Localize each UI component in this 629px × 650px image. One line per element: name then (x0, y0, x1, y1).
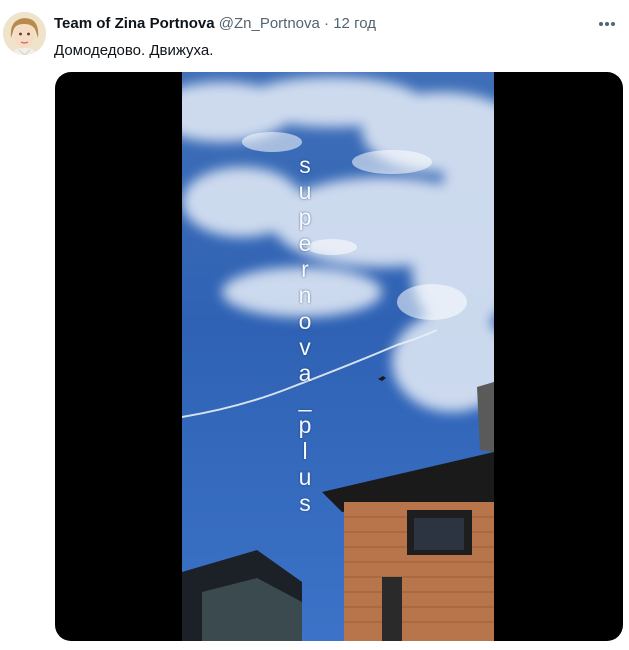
watermark-letter: s (299, 152, 311, 178)
more-options-button[interactable] (595, 12, 619, 36)
watermark-letter: p (298, 204, 312, 230)
watermark-letter: l (302, 438, 308, 464)
video-watermark: s u p e r n o v a _ p l u s (292, 152, 318, 516)
watermark-letter: v (299, 334, 311, 360)
watermark-letter: s (299, 490, 311, 516)
avatar[interactable] (3, 12, 46, 55)
watermark-letter: o (298, 308, 312, 334)
separator-dot: · (324, 15, 330, 32)
watermark-letter: e (298, 230, 312, 256)
watermark-letter: r (301, 256, 309, 282)
video-frame[interactable]: s u p e r n o v a _ p l u s (182, 72, 494, 641)
user-handle[interactable]: @Zn_Portnova (219, 15, 320, 32)
avatar-portrait (3, 12, 46, 55)
tweet-header: Team of Zina Portnova @Zn_Portnova · 12 … (54, 14, 376, 34)
watermark-letter: _ (298, 386, 312, 412)
watermark-letter: p (298, 412, 312, 438)
timestamp[interactable]: 12 год (333, 15, 376, 32)
display-name[interactable]: Team of Zina Portnova (54, 15, 215, 32)
media-video[interactable]: s u p e r n o v a _ p l u s (55, 72, 623, 641)
watermark-letter: u (298, 178, 312, 204)
tweet-text: Домодедово. Движуха. (54, 42, 214, 59)
watermark-letter: u (298, 464, 312, 490)
watermark-letter: a (298, 360, 312, 386)
more-options-icon (599, 22, 615, 26)
sky-scene (182, 72, 494, 641)
watermark-letter: n (298, 282, 312, 308)
